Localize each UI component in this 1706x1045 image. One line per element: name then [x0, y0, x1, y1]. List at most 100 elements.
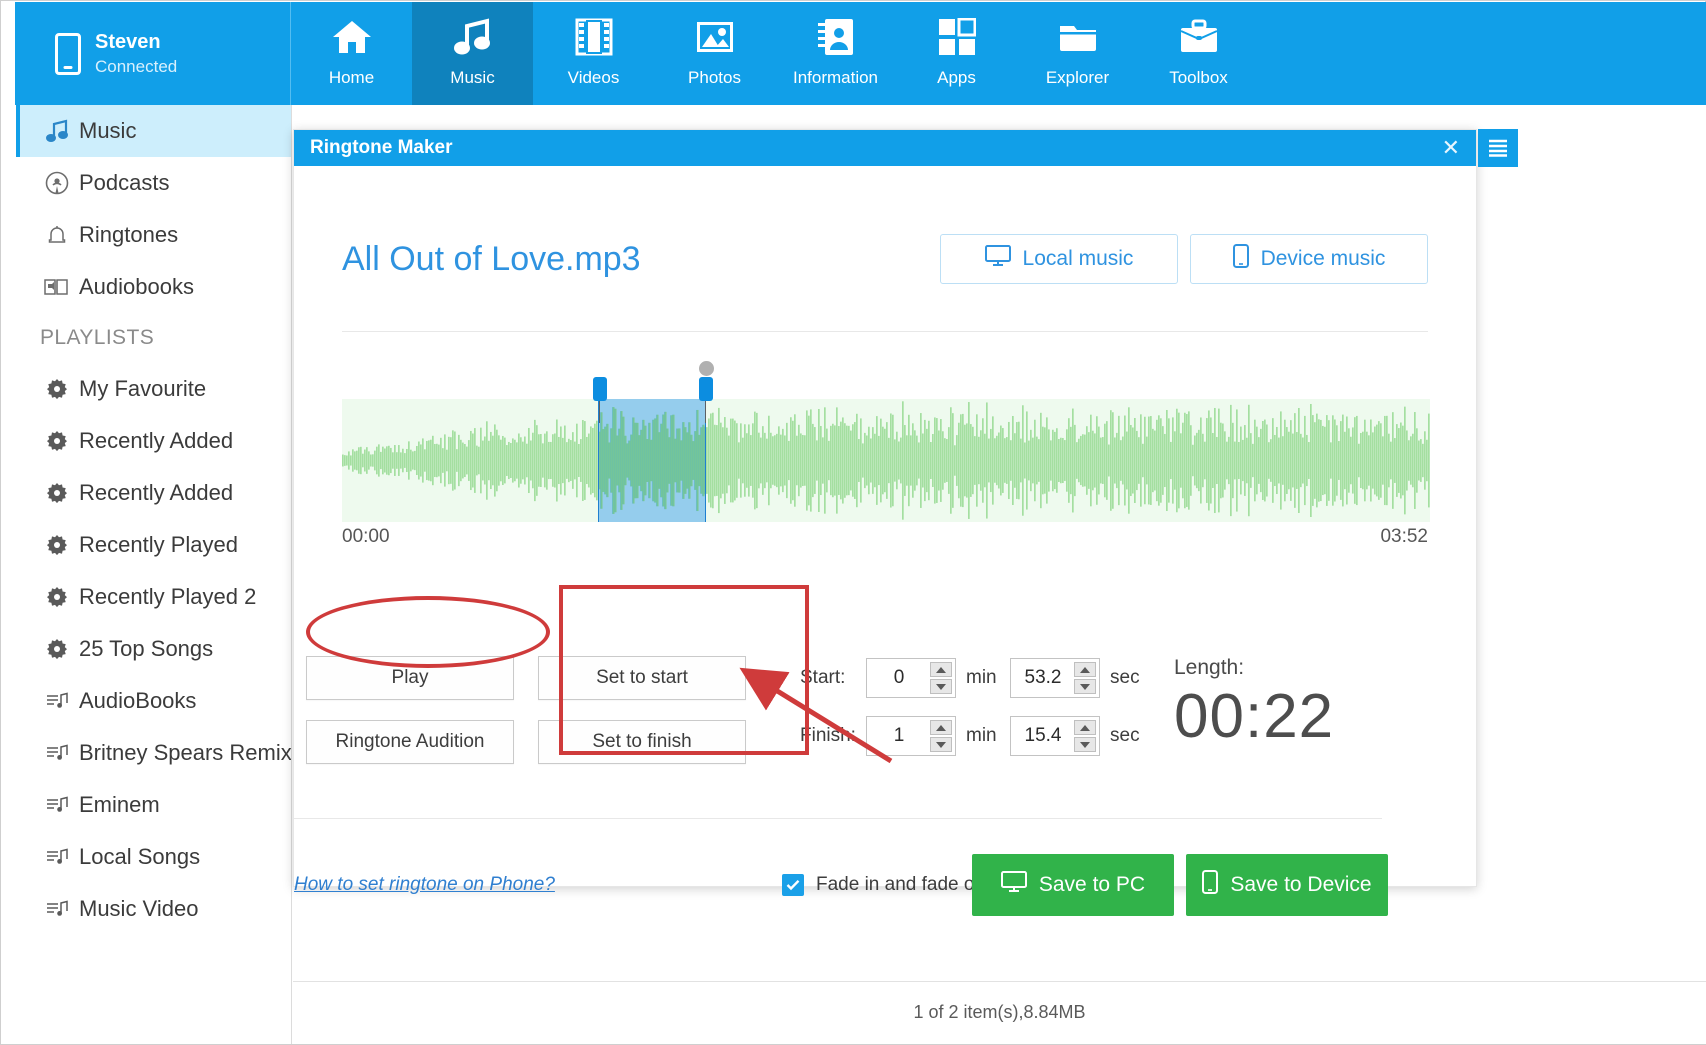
- playlist-icon: [44, 844, 70, 870]
- start-min-unit: min: [966, 667, 1000, 689]
- sidebar-playlist-recently-played-2[interactable]: Recently Played 2: [16, 571, 291, 623]
- selection-start-stem: [599, 401, 600, 423]
- length-value: 00:22: [1174, 686, 1334, 748]
- device-info[interactable]: Steven Connected: [15, 2, 291, 105]
- nav-label-photos: Photos: [688, 68, 741, 88]
- phone-icon: [1233, 244, 1249, 274]
- sidebar-item-music[interactable]: Music: [16, 105, 291, 157]
- selection-start-handle[interactable]: [593, 377, 607, 401]
- selection-end-dot[interactable]: [699, 361, 714, 376]
- sidebar-playlist-recently-played[interactable]: Recently Played: [16, 519, 291, 571]
- playlist-icon: [44, 896, 70, 922]
- start-min-up-button[interactable]: [930, 662, 952, 677]
- sidebar: Music Podcasts Ringtones Audiobooks PLAY…: [16, 105, 292, 1044]
- nav-item-explorer[interactable]: Explorer: [1017, 2, 1138, 105]
- gear-icon: [44, 376, 70, 402]
- sidebar-label-ringtones: Ringtones: [79, 222, 178, 248]
- start-sec-stepper[interactable]: 53.2: [1010, 658, 1100, 698]
- finish-min-up-button[interactable]: [930, 720, 952, 735]
- nav-item-videos[interactable]: Videos: [533, 2, 654, 105]
- sidebar-item-audiobooks[interactable]: Audiobooks: [16, 261, 291, 313]
- nav-label-videos: Videos: [568, 68, 620, 88]
- sidebar-playlist-recently-added-1[interactable]: Recently Added: [16, 415, 291, 467]
- nav-item-home[interactable]: Home: [291, 2, 412, 105]
- finish-min-down-button[interactable]: [930, 737, 952, 752]
- footer-row: How to set ringtone on Phone? Fade in an…: [294, 852, 1382, 918]
- fade-checkbox[interactable]: [782, 874, 804, 896]
- save-to-device-button[interactable]: Save to Device: [1186, 854, 1388, 916]
- start-min-down-button[interactable]: [930, 679, 952, 694]
- podcast-icon: [44, 170, 70, 196]
- selection-end-stem: [705, 401, 706, 423]
- start-sec-up-button[interactable]: [1074, 662, 1096, 677]
- start-sec-unit: sec: [1110, 667, 1144, 689]
- sidebar-playlist-label: Eminem: [79, 792, 160, 818]
- ringtone-audition-button[interactable]: Ringtone Audition: [306, 720, 514, 764]
- save-to-pc-button[interactable]: Save to PC: [972, 854, 1174, 916]
- status-bar: 1 of 2 item(s),8.84MB: [293, 981, 1706, 1043]
- sidebar-playlist-25-top-songs[interactable]: 25 Top Songs: [16, 623, 291, 675]
- nav-item-information[interactable]: Information: [775, 2, 896, 105]
- sidebar-label-audiobooks: Audiobooks: [79, 274, 194, 300]
- sidebar-playlist-music-video[interactable]: Music Video: [16, 883, 291, 935]
- playlist-icon: [44, 792, 70, 818]
- gear-icon: [44, 480, 70, 506]
- selection-band[interactable]: [598, 399, 706, 522]
- nav-item-apps[interactable]: Apps: [896, 2, 1017, 105]
- device-status: Connected: [95, 56, 177, 79]
- waveform[interactable]: [342, 399, 1430, 522]
- sidebar-playlist-label: Recently Added: [79, 480, 233, 506]
- hamburger-menu-icon[interactable]: [1478, 129, 1518, 167]
- device-music-label: Device music: [1261, 247, 1386, 271]
- finish-min-stepper[interactable]: 1: [866, 716, 956, 756]
- music-note-icon: [453, 14, 493, 60]
- source-buttons: Local music Device music: [940, 234, 1428, 284]
- local-music-button[interactable]: Local music: [940, 234, 1178, 284]
- save-to-pc-label: Save to PC: [1039, 873, 1145, 897]
- sidebar-item-ringtones[interactable]: Ringtones: [16, 209, 291, 261]
- finish-sec-stepper[interactable]: 15.4: [1010, 716, 1100, 756]
- ringtone-maker-dialog: Ringtone Maker ✕ All Out of Love.mp3 Loc…: [293, 129, 1477, 887]
- length-display: Length: 00:22: [1174, 656, 1334, 748]
- nav-item-toolbox[interactable]: Toolbox: [1138, 2, 1259, 105]
- music-note-icon: [44, 118, 70, 144]
- sidebar-playlists-header: PLAYLISTS: [16, 313, 291, 363]
- sidebar-playlist-recently-added-2[interactable]: Recently Added: [16, 467, 291, 519]
- start-sec-down-button[interactable]: [1074, 679, 1096, 694]
- playlist-icon: [44, 688, 70, 714]
- playback-buttons: Play Ringtone Audition: [306, 656, 514, 764]
- finish-sec-spin-buttons: [1074, 720, 1096, 752]
- close-icon[interactable]: ✕: [1442, 130, 1460, 166]
- set-to-start-button[interactable]: Set to start: [538, 656, 746, 700]
- finish-sec-up-button[interactable]: [1074, 720, 1096, 735]
- top-navigation-bar: Steven Connected Home Music: [15, 2, 1706, 105]
- selection-end-handle[interactable]: [699, 377, 713, 401]
- nav-label-toolbox: Toolbox: [1169, 68, 1228, 88]
- film-icon: [575, 14, 613, 60]
- how-to-set-ringtone-link[interactable]: How to set ringtone on Phone?: [294, 874, 555, 896]
- sidebar-playlist-label: My Favourite: [79, 376, 206, 402]
- play-button[interactable]: Play: [306, 656, 514, 700]
- sidebar-playlist-my-favourite[interactable]: My Favourite: [16, 363, 291, 415]
- grid-squares-icon: [938, 14, 976, 60]
- playlist-icon: [44, 740, 70, 766]
- gear-icon: [44, 428, 70, 454]
- start-min-stepper[interactable]: 0: [866, 658, 956, 698]
- save-to-device-label: Save to Device: [1230, 873, 1371, 897]
- finish-time-row: Finish: 1 min 15.4: [800, 716, 1144, 756]
- start-label: Start:: [800, 667, 856, 689]
- sidebar-playlist-britney-spears-remix[interactable]: Britney Spears Remix...: [16, 727, 291, 779]
- sidebar-playlist-audiobooks[interactable]: AudioBooks: [16, 675, 291, 727]
- sidebar-item-podcasts[interactable]: Podcasts: [16, 157, 291, 209]
- controls-row: Play Ringtone Audition Set to start Set …: [294, 642, 1382, 762]
- nav-label-home: Home: [329, 68, 374, 88]
- nav-item-photos[interactable]: Photos: [654, 2, 775, 105]
- finish-sec-down-button[interactable]: [1074, 737, 1096, 752]
- header-divider: [342, 331, 1428, 332]
- sidebar-playlist-local-songs[interactable]: Local Songs: [16, 831, 291, 883]
- sidebar-playlist-eminem[interactable]: Eminem: [16, 779, 291, 831]
- nav-label-music: Music: [450, 68, 494, 88]
- set-to-finish-button[interactable]: Set to finish: [538, 720, 746, 764]
- device-music-button[interactable]: Device music: [1190, 234, 1428, 284]
- nav-item-music[interactable]: Music: [412, 2, 533, 105]
